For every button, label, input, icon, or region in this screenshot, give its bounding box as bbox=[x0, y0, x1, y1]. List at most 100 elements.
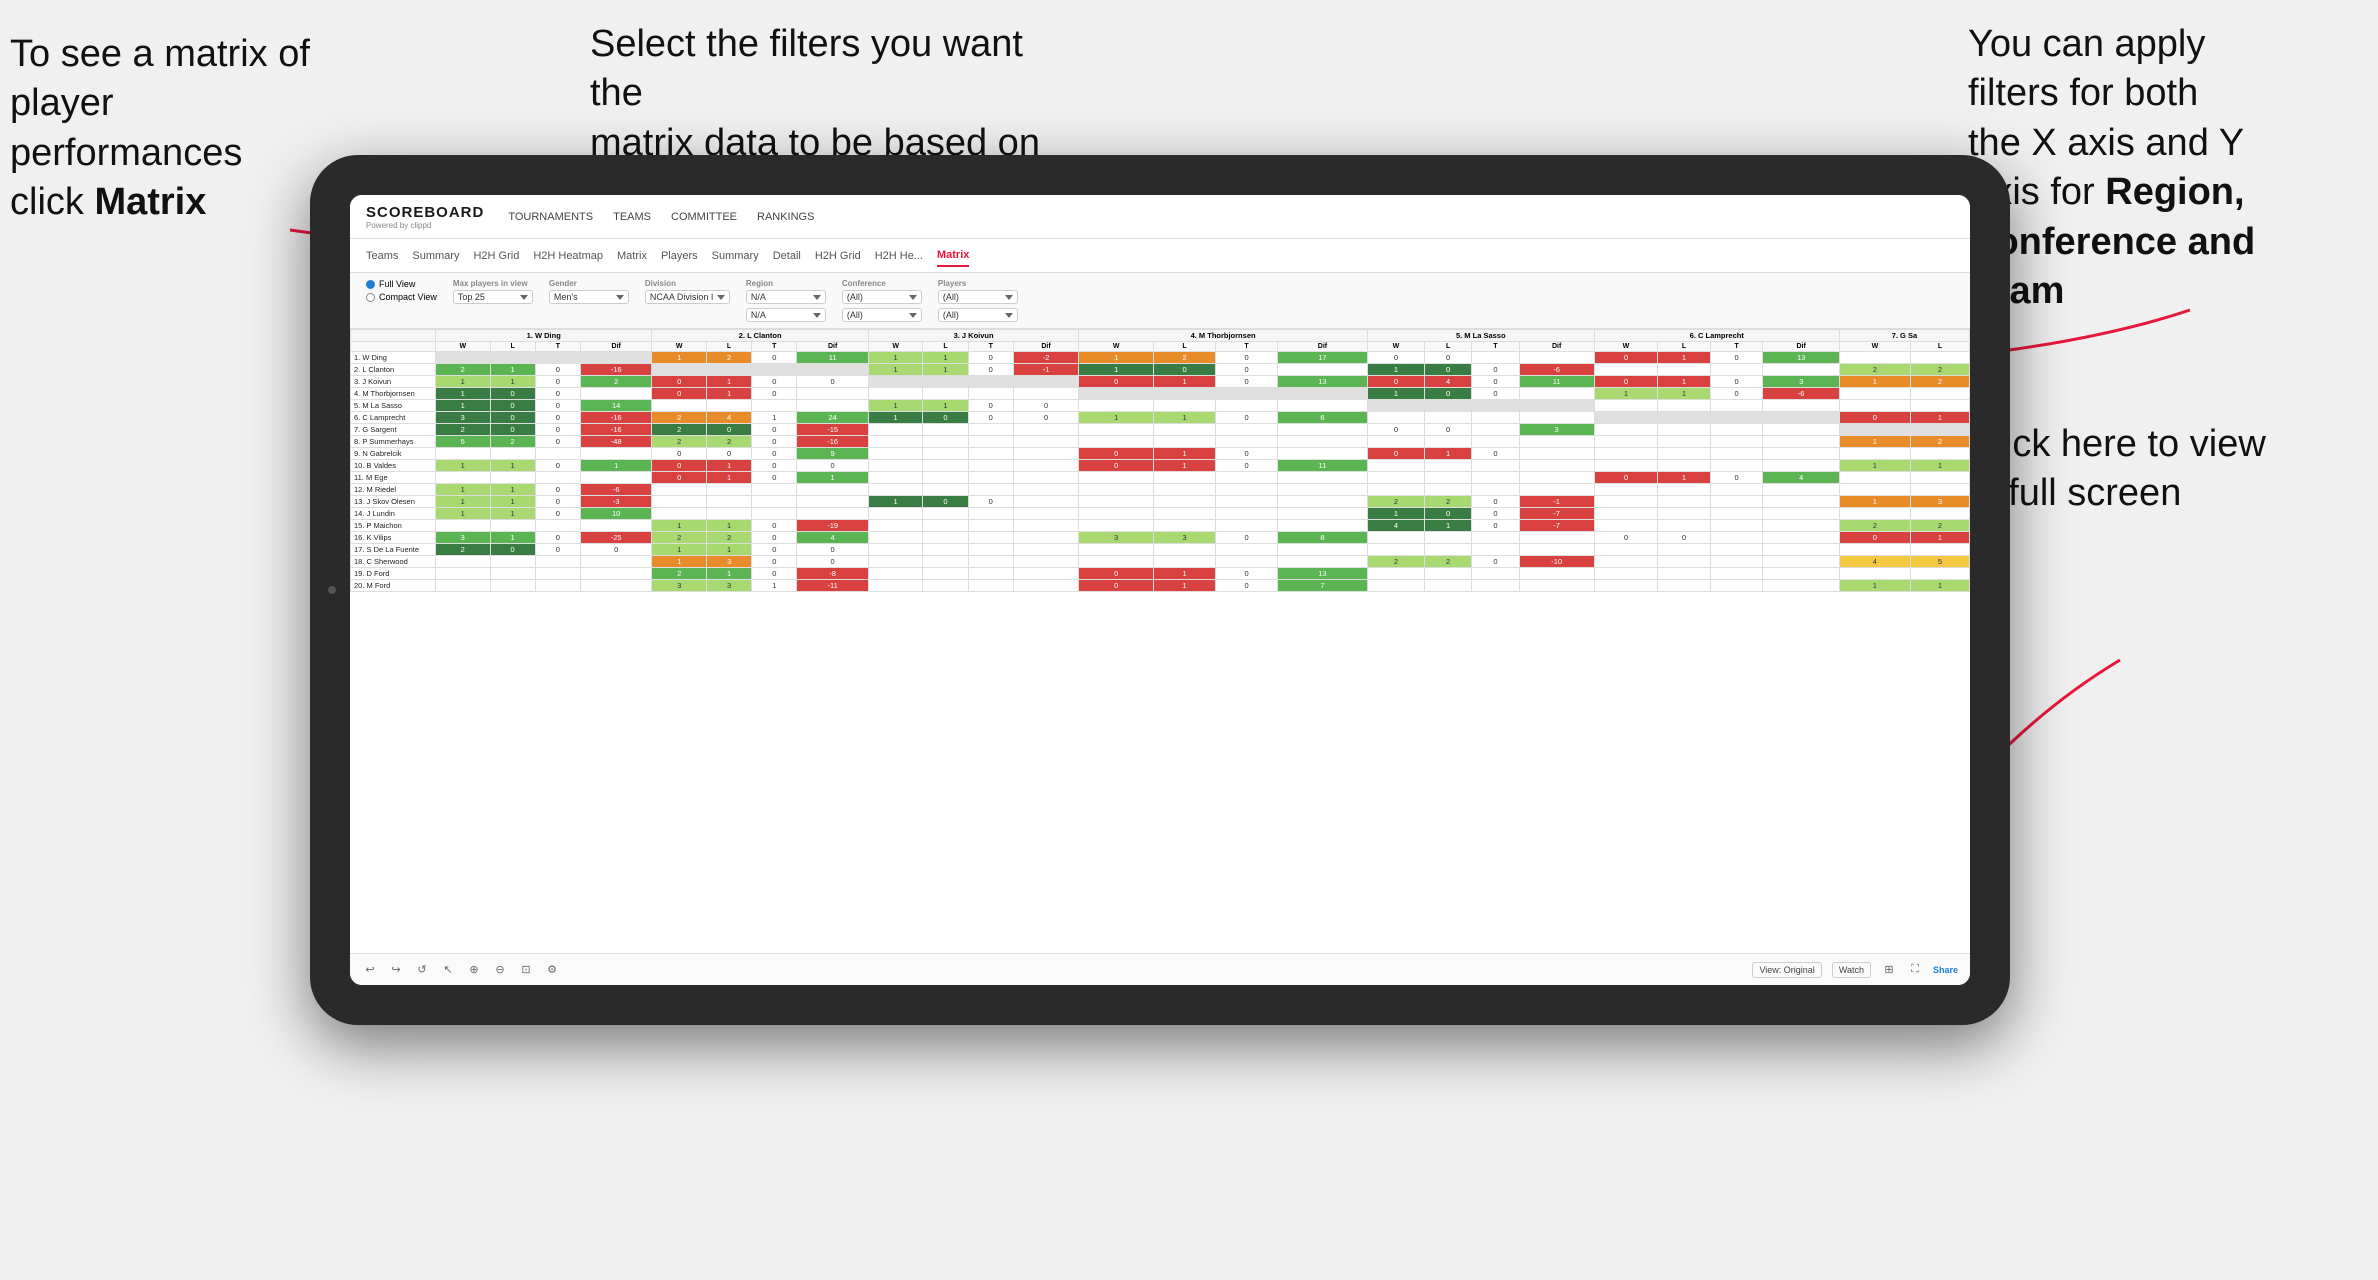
matrix-cell: 0 bbox=[1594, 532, 1657, 544]
sub-nav: Teams Summary H2H Grid H2H Heatmap Matri… bbox=[350, 239, 1970, 273]
matrix-cell bbox=[1154, 424, 1216, 436]
subnav-detail[interactable]: Detail bbox=[773, 246, 801, 266]
col-h-1: 1. W Ding bbox=[436, 330, 652, 342]
matrix-cell bbox=[1710, 508, 1763, 520]
subnav-h2hhe[interactable]: H2H He... bbox=[875, 246, 923, 266]
players-select-2[interactable]: (All) bbox=[938, 308, 1018, 322]
table-row: 11. M Ege01010104 bbox=[351, 472, 1970, 484]
matrix-cell: 0 bbox=[1216, 376, 1278, 388]
region-select-1[interactable]: N/A bbox=[746, 290, 826, 304]
players-select-1[interactable]: (All) bbox=[938, 290, 1018, 304]
matrix-cell: 4 bbox=[1367, 520, 1424, 532]
pointer-icon[interactable]: ↖ bbox=[440, 962, 456, 978]
subnav-matrix[interactable]: Matrix bbox=[617, 246, 647, 266]
nav-rankings[interactable]: RANKINGS bbox=[757, 207, 814, 227]
matrix-cell bbox=[1763, 436, 1839, 448]
matrix-cell bbox=[1839, 544, 1910, 556]
watch-btn[interactable]: Watch bbox=[1832, 962, 1871, 978]
subnav-players[interactable]: Players bbox=[661, 246, 698, 266]
matrix-cell bbox=[1424, 472, 1471, 484]
subnav-matrix-active[interactable]: Matrix bbox=[937, 245, 969, 267]
max-players-select[interactable]: Top 25 bbox=[453, 290, 533, 304]
gender-select[interactable]: Men's bbox=[549, 290, 629, 304]
matrix-cell: 0 bbox=[1472, 556, 1519, 568]
conference-select-1[interactable]: (All) bbox=[842, 290, 922, 304]
matrix-cell: 14 bbox=[580, 400, 652, 412]
matrix-cell bbox=[868, 544, 923, 556]
matrix-cell bbox=[1367, 412, 1424, 424]
subnav-h2hgrid2[interactable]: H2H Grid bbox=[815, 246, 861, 266]
matrix-cell: 1 bbox=[868, 496, 923, 508]
matrix-cell bbox=[1013, 484, 1078, 496]
matrix-cell bbox=[1839, 400, 1910, 412]
matrix-cell bbox=[580, 556, 652, 568]
matrix-cell: 0 bbox=[1594, 352, 1657, 364]
matrix-cell: 1 bbox=[1839, 376, 1910, 388]
zoom-out-icon[interactable]: ⊖ bbox=[492, 962, 508, 978]
compact-view-radio[interactable] bbox=[366, 293, 375, 302]
matrix-cell: 13 bbox=[1278, 376, 1368, 388]
matrix-cell: -2 bbox=[1013, 352, 1078, 364]
region-select-2[interactable]: N/A bbox=[746, 308, 826, 322]
table-row: 14. J Lundin11010100-7 bbox=[351, 508, 1970, 520]
matrix-cell bbox=[1594, 556, 1657, 568]
matrix-cell bbox=[1472, 436, 1519, 448]
fit-icon[interactable]: ⊡ bbox=[518, 962, 534, 978]
matrix-cell bbox=[1594, 448, 1657, 460]
matrix-cell bbox=[1079, 388, 1154, 400]
table-row: 8. P Summerhays520-48220-1612 bbox=[351, 436, 1970, 448]
sub-h-l3: L bbox=[923, 342, 968, 352]
matrix-cell: 0 bbox=[752, 436, 797, 448]
matrix-cell bbox=[1013, 580, 1078, 592]
matrix-cell bbox=[1763, 412, 1839, 424]
matrix-cell: 0 bbox=[652, 460, 707, 472]
matrix-cell bbox=[797, 388, 869, 400]
settings-icon[interactable]: ⚙ bbox=[544, 962, 560, 978]
matrix-cell bbox=[1013, 472, 1078, 484]
redo-icon[interactable]: ↪ bbox=[388, 962, 404, 978]
full-view-radio[interactable] bbox=[366, 280, 375, 289]
view-original-btn[interactable]: View: Original bbox=[1752, 962, 1821, 978]
share-btn[interactable]: Share bbox=[1933, 965, 1958, 975]
sub-h-dif5: Dif bbox=[1519, 342, 1594, 352]
screen-options-icon[interactable]: ⊞ bbox=[1881, 962, 1897, 978]
sub-h-dif1: Dif bbox=[580, 342, 652, 352]
full-view-option[interactable]: Full View bbox=[366, 279, 437, 289]
compact-view-option[interactable]: Compact View bbox=[366, 292, 437, 302]
matrix-cell: 1 bbox=[706, 388, 751, 400]
subnav-teams[interactable]: Teams bbox=[366, 246, 398, 266]
subnav-h2hheatmap[interactable]: H2H Heatmap bbox=[533, 246, 603, 266]
matrix-cell bbox=[923, 460, 968, 472]
nav-teams[interactable]: TEAMS bbox=[613, 207, 651, 227]
matrix-cell: 4 bbox=[706, 412, 751, 424]
matrix-cell: 0 bbox=[535, 484, 580, 496]
matrix-cell bbox=[1216, 484, 1278, 496]
zoom-in-icon[interactable]: ⊕ bbox=[466, 962, 482, 978]
annotation-right: You can apply filters for both the X axi… bbox=[1968, 20, 2348, 316]
undo-icon[interactable]: ↩ bbox=[362, 962, 378, 978]
matrix-cell bbox=[1658, 496, 1711, 508]
matrix-cell bbox=[1472, 460, 1519, 472]
subnav-summary[interactable]: Summary bbox=[412, 246, 459, 266]
matrix-cell: 1 bbox=[1910, 532, 1969, 544]
division-select[interactable]: NCAA Division I bbox=[645, 290, 730, 304]
matrix-cell bbox=[1839, 448, 1910, 460]
matrix-cell bbox=[1910, 424, 1969, 436]
matrix-cell bbox=[1658, 364, 1711, 376]
subnav-h2hgrid[interactable]: H2H Grid bbox=[473, 246, 519, 266]
matrix-cell bbox=[580, 580, 652, 592]
matrix-cell: 1 bbox=[490, 532, 535, 544]
refresh-icon[interactable]: ↺ bbox=[414, 962, 430, 978]
player-name-cell: 10. B Valdes bbox=[351, 460, 436, 472]
matrix-cell bbox=[923, 556, 968, 568]
matrix-cell bbox=[1013, 556, 1078, 568]
matrix-cell: 1 bbox=[1079, 364, 1154, 376]
conference-select-2[interactable]: (All) bbox=[842, 308, 922, 322]
subnav-summary2[interactable]: Summary bbox=[712, 246, 759, 266]
matrix-cell bbox=[1519, 472, 1594, 484]
nav-committee[interactable]: COMMITTEE bbox=[671, 207, 737, 227]
matrix-cell: 0 bbox=[1367, 424, 1424, 436]
matrix-cell bbox=[1594, 364, 1657, 376]
fullscreen-icon[interactable]: ⛶ bbox=[1907, 962, 1923, 978]
nav-tournaments[interactable]: TOURNAMENTS bbox=[508, 207, 593, 227]
